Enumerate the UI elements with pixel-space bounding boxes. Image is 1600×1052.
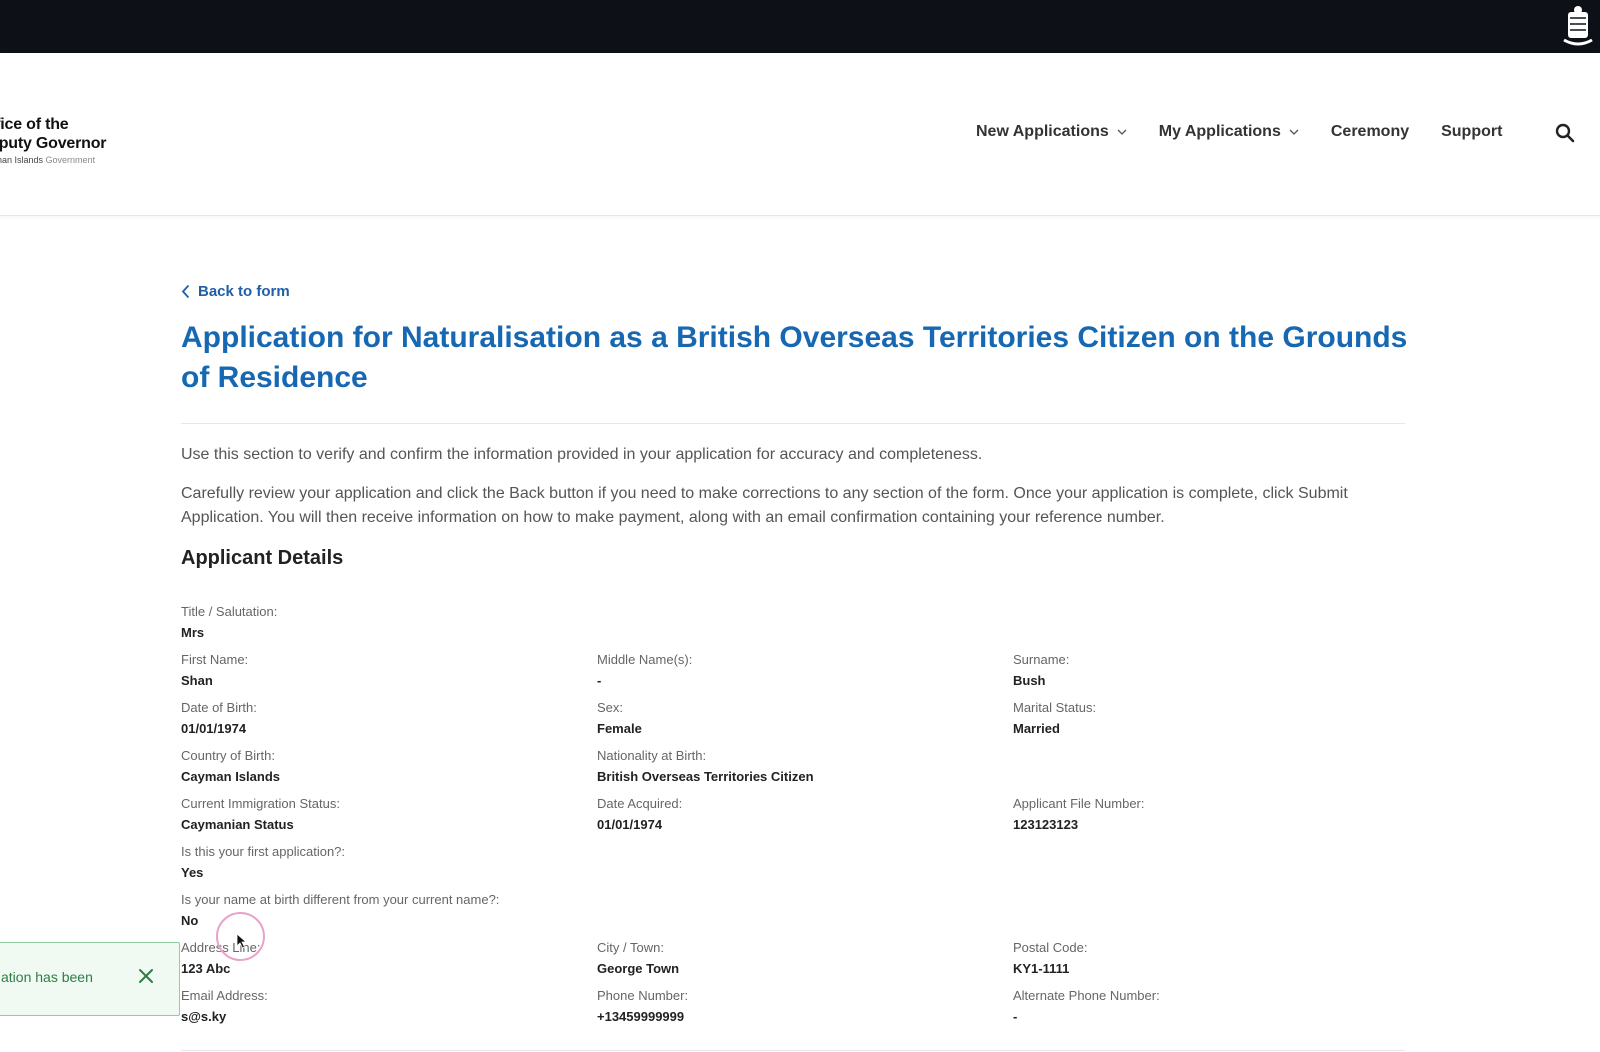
field-first-application: Is this your first application?: Yes xyxy=(181,843,345,882)
logo-line-3: yman Islands Government xyxy=(0,155,190,165)
field-value: Bush xyxy=(1013,673,1046,688)
logo-line-1: ffice of the xyxy=(0,116,69,133)
field-middle-names: Middle Name(s): - xyxy=(597,651,692,690)
field-label: City / Town: xyxy=(597,940,664,955)
field-value: Mrs xyxy=(181,625,205,640)
field-value: Female xyxy=(597,721,642,736)
field-country-of-birth: Country of Birth: Cayman Islands xyxy=(181,747,280,786)
field-label: Nationality at Birth: xyxy=(597,748,707,763)
logo-line-2: eputy Governor xyxy=(0,135,107,152)
field-first-name: First Name: Shan xyxy=(181,651,248,690)
field-label: Alternate Phone Number: xyxy=(1013,988,1160,1003)
nav-my-applications-label: My Applications xyxy=(1158,123,1281,140)
field-city-town: City / Town: George Town xyxy=(597,939,679,978)
nav-support[interactable]: Support xyxy=(1441,123,1502,141)
field-label: Date of Birth: xyxy=(181,700,257,715)
field-nationality-at-birth: Nationality at Birth: British Overseas T… xyxy=(597,747,814,786)
field-surname: Surname: Bush xyxy=(1013,651,1069,690)
coat-of-arms-icon xyxy=(1563,6,1593,46)
field-value: Shan xyxy=(181,673,213,688)
field-phone-number: Phone Number: +13459999999 xyxy=(597,987,688,1026)
field-value: British Overseas Territories Citizen xyxy=(597,769,814,784)
field-label: Date Acquired: xyxy=(597,796,683,811)
field-date-acquired: Date Acquired: 01/01/1974 xyxy=(597,795,682,834)
field-label: Email Address: xyxy=(181,988,268,1003)
field-label: Surname: xyxy=(1013,652,1070,667)
field-label: Current Immigration Status: xyxy=(181,796,340,811)
field-value: Caymanian Status xyxy=(181,817,294,832)
field-value: George Town xyxy=(597,961,680,976)
field-label: Marital Status: xyxy=(1013,700,1097,715)
field-label: Applicant File Number: xyxy=(1013,796,1145,811)
site-logo[interactable]: ffice of the eputy Governor yman Islands… xyxy=(0,115,190,165)
field-label: Middle Name(s): xyxy=(597,652,693,667)
chevron-down-icon xyxy=(1117,129,1127,135)
field-label: Country of Birth: xyxy=(181,748,275,763)
page-title: Application for Naturalisation as a Brit… xyxy=(181,321,1408,394)
nav-new-applications[interactable]: New Applications xyxy=(976,123,1127,141)
search-icon[interactable] xyxy=(1554,122,1576,144)
nav-my-applications[interactable]: My Applications xyxy=(1159,123,1299,141)
field-applicant-file-number: Applicant File Number: 123123123 xyxy=(1013,795,1145,834)
field-label: Postal Code: xyxy=(1013,940,1088,955)
title-divider xyxy=(181,423,1405,424)
field-value: Cayman Islands xyxy=(181,769,280,784)
field-alternate-phone-number: Alternate Phone Number: - xyxy=(1013,987,1160,1026)
field-value: Yes xyxy=(181,865,204,880)
section-title-applicant-details: Applicant Details xyxy=(181,547,344,569)
success-toast: ation has been xyxy=(0,942,180,1016)
logo-government-text: Government xyxy=(45,155,96,165)
section-divider xyxy=(181,1050,1405,1051)
field-marital-status: Marital Status: Married xyxy=(1013,699,1096,738)
logo-islands-text: yman Islands xyxy=(0,155,44,165)
field-label: First Name: xyxy=(181,652,249,667)
field-value: - xyxy=(597,673,602,688)
chevron-left-icon xyxy=(181,284,190,299)
nav-ceremony[interactable]: Ceremony xyxy=(1331,123,1409,141)
field-immigration-status: Current Immigration Status: Caymanian St… xyxy=(181,795,340,834)
toast-message: ation has been xyxy=(1,969,93,985)
field-value: 01/01/1974 xyxy=(597,817,663,832)
field-value: +13459999999 xyxy=(597,1009,685,1024)
field-label: Title / Salutation: xyxy=(181,604,278,619)
site-header: ffice of the eputy Governor yman Islands… xyxy=(0,53,1600,216)
field-value: s@s.ky xyxy=(181,1009,227,1024)
close-icon[interactable] xyxy=(137,967,155,985)
field-email-address: Email Address: s@s.ky xyxy=(181,987,268,1026)
intro-paragraph-1: Use this section to verify and confirm t… xyxy=(181,446,983,463)
back-to-form-label: Back to form xyxy=(198,283,290,300)
field-date-of-birth: Date of Birth: 01/01/1974 xyxy=(181,699,257,738)
field-value: 123 Abc xyxy=(181,961,231,976)
mouse-pointer-icon xyxy=(236,933,248,949)
field-postal-code: Postal Code: KY1-1111 xyxy=(1013,939,1087,978)
back-to-form-link[interactable]: Back to form xyxy=(181,283,290,300)
field-sex: Sex: Female xyxy=(597,699,642,738)
nav-new-applications-label: New Applications xyxy=(976,123,1109,140)
field-value: 123123123 xyxy=(1013,817,1079,832)
field-value: - xyxy=(1013,1009,1018,1024)
field-label: Is your name at birth different from you… xyxy=(181,892,500,907)
field-label: Is this your first application?: xyxy=(181,844,346,859)
field-value: KY1-1111 xyxy=(1013,961,1070,976)
field-value: 01/01/1974 xyxy=(181,721,247,736)
main-nav: New Applications My Applications Ceremon… xyxy=(976,123,1502,141)
field-label: Phone Number: xyxy=(597,988,689,1003)
chevron-down-icon xyxy=(1289,129,1299,135)
intro-paragraph-2: Carefully review your application and cl… xyxy=(181,485,1348,526)
field-title-salutation: Title / Salutation: Mrs xyxy=(181,603,277,642)
top-bar xyxy=(0,0,1600,53)
field-value: Married xyxy=(1013,721,1060,736)
field-label: Sex: xyxy=(597,700,624,715)
